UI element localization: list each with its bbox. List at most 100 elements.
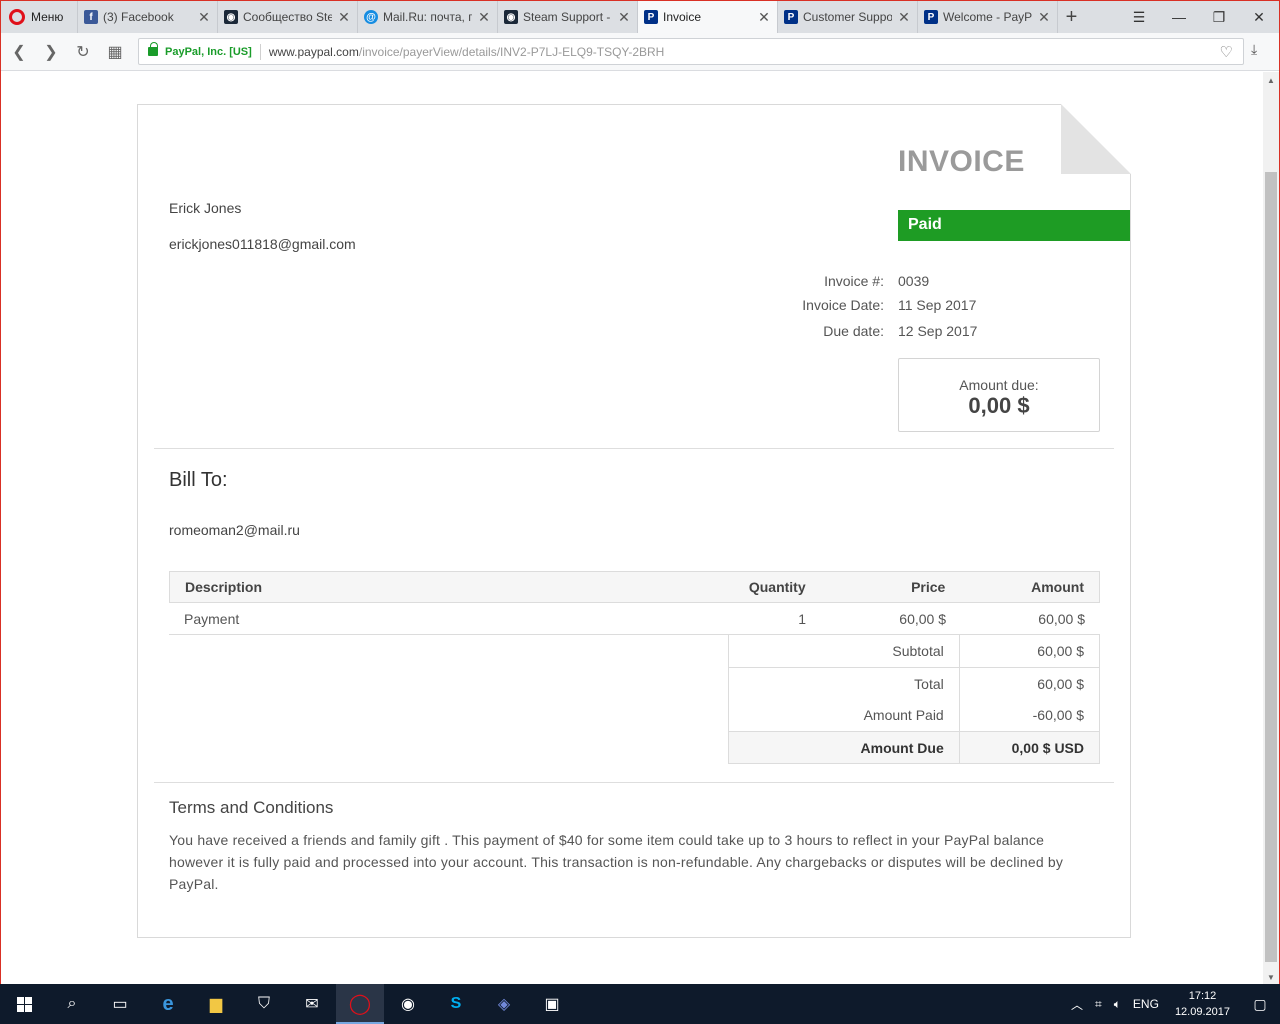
restore-icon[interactable]: ❐	[1199, 1, 1239, 33]
window-controls: ☰ — ❐ ✕	[1119, 1, 1279, 33]
download-icon[interactable]: ⤓	[1251, 41, 1257, 58]
skype-icon[interactable]: S	[432, 984, 480, 1024]
system-tray: ︿ ⌗ 🔈︎ ENG 17:12 12.09.2017 ▢	[1065, 984, 1280, 1024]
bill-to-heading: Bill To:	[169, 469, 228, 491]
steam-icon: ◉	[504, 10, 518, 24]
close-icon[interactable]: ✕	[757, 9, 771, 26]
section-divider	[154, 782, 1114, 783]
tab-invoice[interactable]: P Invoice ✕	[637, 1, 777, 33]
close-icon[interactable]: ✕	[1037, 9, 1051, 26]
close-icon[interactable]: ✕	[617, 9, 631, 26]
photos-icon[interactable]: ▣	[528, 984, 576, 1024]
minimize-icon[interactable]: —	[1159, 1, 1199, 33]
tab-welcome-paypal[interactable]: P Welcome - PayP ✕	[917, 1, 1057, 33]
tab-customer-support[interactable]: P Customer Suppo ✕	[777, 1, 917, 33]
amount-paid-value: -60,00 $	[1032, 707, 1084, 723]
chevron-up-icon[interactable]: ︿	[1065, 996, 1089, 1013]
item-description: Payment	[184, 610, 240, 627]
due-date-row: Due date: 12 Sep 2017	[698, 323, 1098, 347]
search-icon[interactable]: ⌕	[48, 984, 96, 1024]
start-button[interactable]	[0, 984, 48, 1024]
terms-heading: Terms and Conditions	[169, 798, 334, 817]
mail-icon[interactable]: ✉	[288, 984, 336, 1024]
total-value: 60,00 $	[1037, 675, 1084, 692]
invoice-page: INVOICE Paid Erick Jones erickjones01181…	[137, 104, 1131, 938]
edge-icon[interactable]: e	[144, 984, 192, 1024]
subtotal-row: Subtotal 60,00 $	[729, 635, 1099, 667]
tab-steam-support[interactable]: ◉ Steam Support - ✕	[497, 1, 637, 33]
table-row: Payment 1 60,00 $ 60,00 $	[169, 603, 1100, 635]
certificate-label[interactable]: PayPal, Inc. [US]	[165, 46, 252, 58]
close-icon[interactable]: ✕	[477, 9, 491, 26]
sender-email: erickjones011818@gmail.com	[169, 236, 356, 252]
subtotal-value: 60,00 $	[1037, 643, 1084, 659]
address-toolbar: ❮ ❯ ↻ ▦ PayPal, Inc. [US] www.paypal.com…	[1, 33, 1279, 71]
new-tab-button[interactable]: +	[1057, 1, 1085, 33]
opera-menu-button[interactable]: Меню	[1, 1, 77, 33]
section-divider	[154, 448, 1114, 449]
discord-icon[interactable]: ◈	[480, 984, 528, 1024]
back-button[interactable]: ❮	[3, 36, 35, 68]
amount-paid-row: Amount Paid -60,00 $	[729, 699, 1099, 731]
close-icon[interactable]: ✕	[897, 9, 911, 26]
tab-mailru[interactable]: @ Mail.Ru: почта, п ✕	[357, 1, 497, 33]
item-amount: 60,00 $	[1038, 610, 1085, 627]
address-bar[interactable]: PayPal, Inc. [US] www.paypal.com/invoice…	[138, 38, 1244, 65]
subtotal-label: Subtotal	[729, 635, 960, 667]
tab-label: Customer Suppo	[803, 10, 892, 24]
amount-due-total-value: 0,00 $ USD	[1011, 739, 1084, 756]
close-icon[interactable]: ✕	[197, 9, 211, 26]
tab-steam-community[interactable]: ◉ Сообщество Ste ✕	[217, 1, 357, 33]
vertical-scrollbar[interactable]: ▲ ▼	[1263, 72, 1279, 985]
volume-icon[interactable]: 🔈︎	[1108, 997, 1127, 1012]
close-window-icon[interactable]: ✕	[1239, 1, 1279, 33]
reload-button[interactable]: ↻	[67, 36, 99, 68]
paypal-icon: P	[924, 10, 938, 24]
language-indicator[interactable]: ENG	[1127, 997, 1165, 1011]
steam-icon[interactable]: ◉	[384, 984, 432, 1024]
url-host: www.paypal.com	[268, 44, 359, 59]
bookmark-heart-icon[interactable]: ♡	[1220, 43, 1233, 61]
browser-window: Меню f (3) Facebook ✕ ◉ Сообщество Ste ✕…	[0, 0, 1280, 985]
close-icon[interactable]: ✕	[337, 9, 351, 26]
sender-name: Erick Jones	[169, 200, 242, 216]
due-date-label: Due date:	[823, 323, 884, 339]
invoice-meta: Invoice #: 0039 Invoice Date: 11 Sep 201…	[698, 273, 1098, 347]
task-view-icon[interactable]: ▭	[96, 984, 144, 1024]
opera-logo-icon	[9, 9, 25, 25]
windows-taskbar: ⌕ ▭ e ▆ ⛉ ✉ ◯ ◉ S ◈ ▣ ︿ ⌗ 🔈︎ ENG 17:12 1…	[0, 984, 1280, 1024]
terms-body: You have received a friends and family g…	[169, 832, 1064, 892]
opera-icon[interactable]: ◯	[336, 984, 384, 1024]
menu-label: Меню	[31, 10, 64, 24]
invoice-number: 0039	[898, 273, 930, 289]
clock[interactable]: 17:12 12.09.2017	[1165, 988, 1240, 1020]
tab-facebook[interactable]: f (3) Facebook ✕	[77, 1, 217, 33]
clock-date: 12.09.2017	[1174, 1006, 1230, 1018]
amount-paid-label: Amount Paid	[729, 699, 960, 731]
store-icon[interactable]: ⛉	[240, 984, 288, 1024]
due-date: 12 Sep 2017	[898, 323, 978, 339]
paypal-icon: P	[644, 10, 658, 24]
lock-icon	[148, 42, 158, 56]
scroll-up-icon[interactable]: ▲	[1263, 72, 1279, 88]
file-explorer-icon[interactable]: ▆	[192, 984, 240, 1024]
paypal-icon: P	[784, 10, 798, 24]
amount-due-label: Amount due:	[959, 377, 1039, 393]
steam-icon: ◉	[224, 10, 238, 24]
network-icon[interactable]: ⌗	[1089, 997, 1108, 1012]
amount-due-total-label: Amount Due	[729, 732, 960, 763]
invoice-number-label: Invoice #:	[824, 273, 884, 289]
header-amount: Amount	[1031, 579, 1084, 595]
header-price: Price	[911, 579, 946, 595]
amount-due-row: Amount Due 0,00 $ USD	[729, 731, 1099, 763]
total-row: Total 60,00 $	[729, 667, 1099, 699]
invoice-date-label: Invoice Date:	[802, 297, 884, 313]
scroll-thumb[interactable]	[1265, 172, 1277, 962]
url-path: /invoice/payerView/details/INV2-P7LJ-ELQ…	[358, 44, 665, 59]
speed-dial-button[interactable]: ▦	[99, 36, 131, 68]
forward-button[interactable]: ❯	[35, 36, 67, 68]
tab-menu-icon[interactable]: ☰	[1119, 1, 1159, 33]
scroll-down-icon[interactable]: ▼	[1263, 969, 1279, 985]
notifications-icon[interactable]: ▢	[1240, 996, 1280, 1013]
invoice-date-row: Invoice Date: 11 Sep 2017	[698, 297, 1098, 321]
